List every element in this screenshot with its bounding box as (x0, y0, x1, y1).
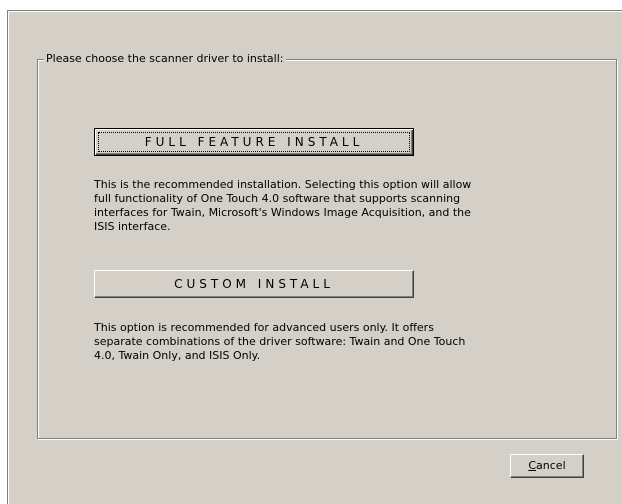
custom-install-description: This option is recommended for advanced … (94, 321, 466, 362)
custom-install-button[interactable]: CUSTOM INSTALL (94, 270, 414, 298)
cancel-mnemonic: C (528, 459, 537, 472)
full-feature-description: This is the recommended installation. Se… (94, 178, 472, 233)
cancel-label: ancel (536, 459, 566, 472)
group-title: Please choose the scanner driver to inst… (44, 52, 286, 66)
full-feature-install-button[interactable]: FULL FEATURE INSTALL (94, 128, 414, 156)
full-feature-install-label: FULL FEATURE INSTALL (144, 135, 364, 149)
driver-choice-group: Please choose the scanner driver to inst… (37, 52, 617, 439)
custom-install-label: CUSTOM INSTALL (174, 277, 334, 291)
cancel-button[interactable]: Cancel (510, 454, 584, 478)
scanner-driver-dialog: Please choose the scanner driver to inst… (7, 10, 622, 504)
